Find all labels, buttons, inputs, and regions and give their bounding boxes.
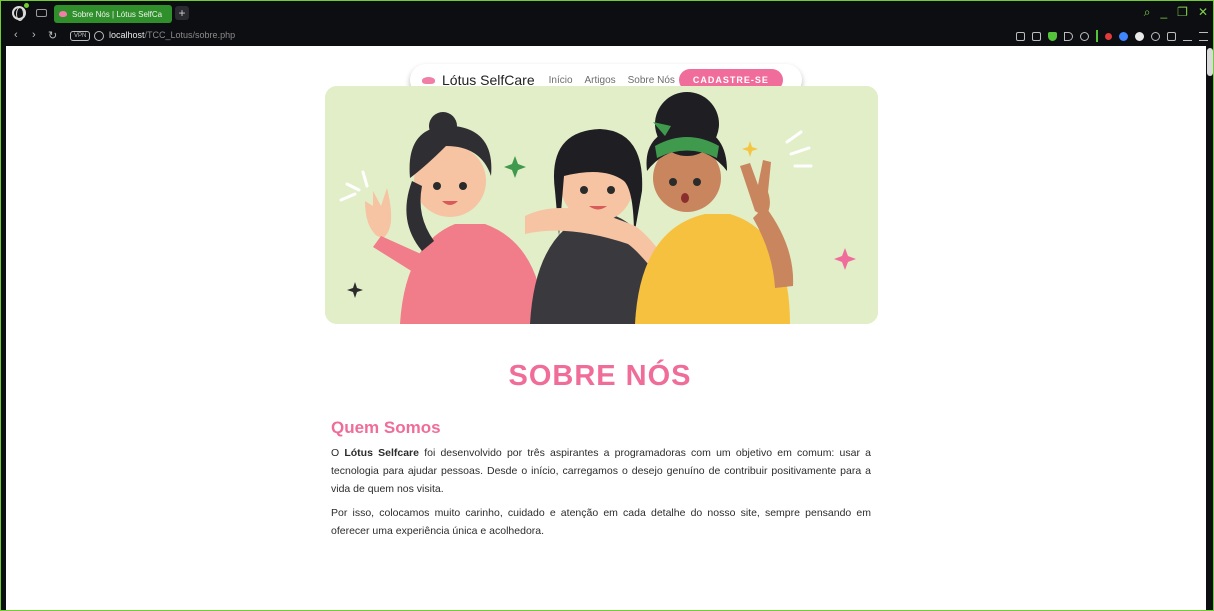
p1-prefix: O [331,447,345,459]
section-title-quem-somos: Quem Somos [331,418,441,437]
profile-icon[interactable] [1167,31,1176,41]
vpn-badge[interactable]: VPN [70,31,91,41]
snapshot-icon[interactable] [1032,31,1041,41]
extension-red-icon[interactable] [1105,32,1112,40]
site-info-globe-icon[interactable] [94,31,104,41]
restore-button[interactable]: ❐ [1177,5,1188,20]
url-field[interactable]: localhost/TCC_Lotus/sobre.php [109,30,235,40]
scrollbar-track[interactable] [1206,46,1214,611]
heart-icon[interactable] [1080,31,1089,41]
hero-illustration [325,86,878,324]
forward-button[interactable]: › [32,29,36,41]
close-window-button[interactable]: ✕ [1198,5,1208,20]
p1-brand: Lótus Selfcare [344,447,419,459]
lotus-favicon-icon [59,11,67,17]
opera-menu-icon[interactable] [12,6,26,21]
adblock-shield-icon[interactable] [1048,31,1057,41]
page-title: SOBRE NÓS [508,360,692,392]
extensions-toolbar [1016,30,1208,42]
player-icon[interactable] [1064,31,1073,41]
about-paragraph-1: O Lótus Selfcare foi desenvolvido por tr… [331,444,871,498]
pin-icon[interactable] [1016,31,1025,41]
about-paragraph-2: Por isso, colocamos muito carinho, cuida… [331,507,871,537]
new-tab-button[interactable]: + [175,6,189,20]
notification-dot-icon [24,3,29,8]
extension-white-icon[interactable] [1135,31,1144,41]
address-bar: ‹ › ↻ VPN localhost/TCC_Lotus/sobre.php [0,26,1214,46]
extensions-puzzle-icon[interactable] [1151,31,1160,41]
back-button[interactable]: ‹ [14,29,18,41]
nav-link-artigos[interactable]: Artigos [585,75,616,86]
window-controls: ⌕ _ ❐ ✕ [1144,5,1208,20]
workspaces-icon[interactable] [36,9,47,17]
nav-link-inicio[interactable]: Início [549,75,573,86]
reload-button[interactable]: ↻ [48,29,57,42]
easy-setup-menu-icon[interactable] [1199,31,1208,41]
tab-title: Sobre Nós | Lótus SelfCa [72,9,163,19]
toolbar-divider [1096,30,1098,42]
extension-blue-icon[interactable] [1119,31,1128,41]
minimize-button[interactable]: _ [1160,5,1167,20]
search-tabs-icon[interactable]: ⌕ [1144,5,1151,20]
three-friends-illustration [325,86,878,324]
url-path: /TCC_Lotus/sobre.php [144,30,236,40]
browser-tab-active[interactable]: Sobre Nós | Lótus SelfCa [54,5,172,23]
download-icon[interactable] [1183,32,1192,41]
lotus-logo-icon [422,76,435,84]
browser-titlebar: Sobre Nós | Lótus SelfCa + ⌕ _ ❐ ✕ [0,0,1214,26]
nav-link-sobre-nos[interactable]: Sobre Nós [628,75,675,86]
url-host: localhost [109,30,145,40]
scrollbar-thumb[interactable] [1207,48,1213,76]
